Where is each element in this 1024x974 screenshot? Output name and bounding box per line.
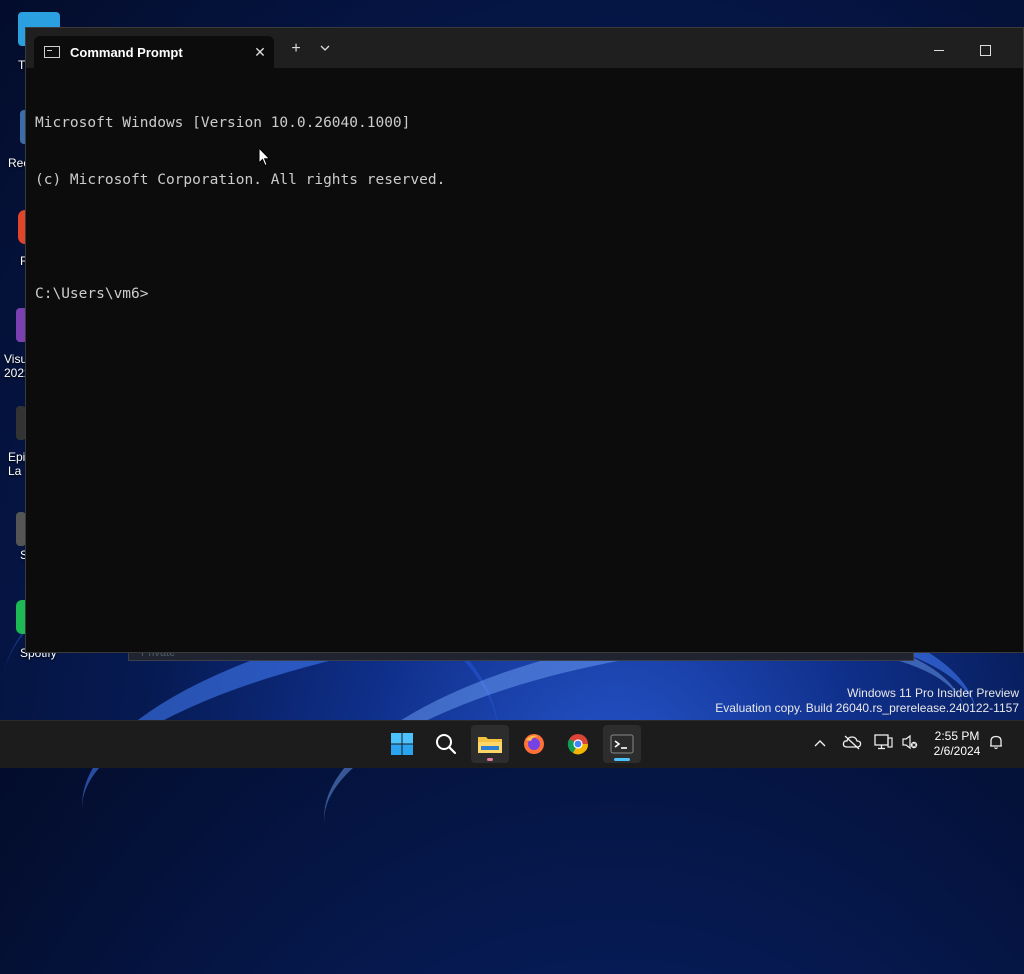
taskbar-chrome[interactable] xyxy=(559,725,597,763)
command-prompt-line: C:\Users\vm6> xyxy=(35,286,149,302)
terminal-icon xyxy=(610,734,634,754)
app-running-indicator xyxy=(487,758,493,761)
close-tab-icon[interactable]: ✕ xyxy=(246,44,274,61)
volume-tray-button[interactable] xyxy=(899,734,921,756)
show-hidden-icons-button[interactable] xyxy=(809,734,831,756)
taskbar-terminal[interactable] xyxy=(603,725,641,763)
clock-date: 2/6/2024 xyxy=(933,744,981,758)
bell-icon xyxy=(990,735,1002,750)
tab-command-prompt[interactable]: Command Prompt ✕ xyxy=(34,36,274,68)
tab-dropdown-button[interactable] xyxy=(312,38,338,62)
console-line: Microsoft Windows [Version 10.0.26040.10… xyxy=(35,115,411,131)
windows-logo-icon xyxy=(391,733,413,755)
minimize-button[interactable] xyxy=(916,36,962,62)
console-line: (c) Microsoft Corporation. All rights re… xyxy=(35,172,446,188)
speaker-muted-icon xyxy=(902,734,918,750)
cloud-offline-icon xyxy=(842,735,862,750)
folder-icon xyxy=(478,737,502,753)
system-clock[interactable]: 2:55 PM 2/6/2024 xyxy=(926,729,988,759)
windows-watermark: Windows 11 Pro Insider Preview Evaluatio… xyxy=(715,686,1019,716)
desktop-icon-label: Epi La xyxy=(8,450,26,478)
title-bar[interactable]: Command Prompt ✕ + xyxy=(26,28,1023,68)
console-output[interactable]: Microsoft Windows [Version 10.0.26040.10… xyxy=(35,76,1013,652)
network-icon xyxy=(874,734,893,750)
taskbar-file-explorer[interactable] xyxy=(471,725,509,763)
search-icon xyxy=(436,734,457,755)
chevron-down-icon xyxy=(320,45,330,51)
search-button[interactable] xyxy=(427,725,465,763)
taskbar-firefox[interactable] xyxy=(515,725,553,763)
watermark-line: Evaluation copy. Build 26040.rs_prerelea… xyxy=(715,701,1019,715)
chrome-icon xyxy=(567,734,589,755)
onedrive-tray-button[interactable] xyxy=(841,734,863,756)
maximize-button[interactable] xyxy=(962,36,1008,62)
tab-title: Command Prompt xyxy=(70,44,183,60)
notifications-button[interactable] xyxy=(985,734,1007,756)
firefox-icon xyxy=(524,734,544,754)
new-tab-button[interactable]: + xyxy=(283,38,309,62)
watermark-line: Windows 11 Pro Insider Preview xyxy=(847,686,1019,700)
taskbar: 2:55 PM 2/6/2024 xyxy=(0,720,1024,768)
mouse-cursor-icon xyxy=(258,147,271,167)
clock-time: 2:55 PM xyxy=(934,729,980,743)
network-tray-button[interactable] xyxy=(872,734,894,756)
command-prompt-icon xyxy=(44,46,60,58)
terminal-window[interactable]: Command Prompt ✕ + Microsoft Windows [Ve… xyxy=(25,27,1024,653)
start-button[interactable] xyxy=(383,725,421,763)
chevron-up-icon xyxy=(814,740,826,747)
app-active-indicator xyxy=(614,758,630,761)
